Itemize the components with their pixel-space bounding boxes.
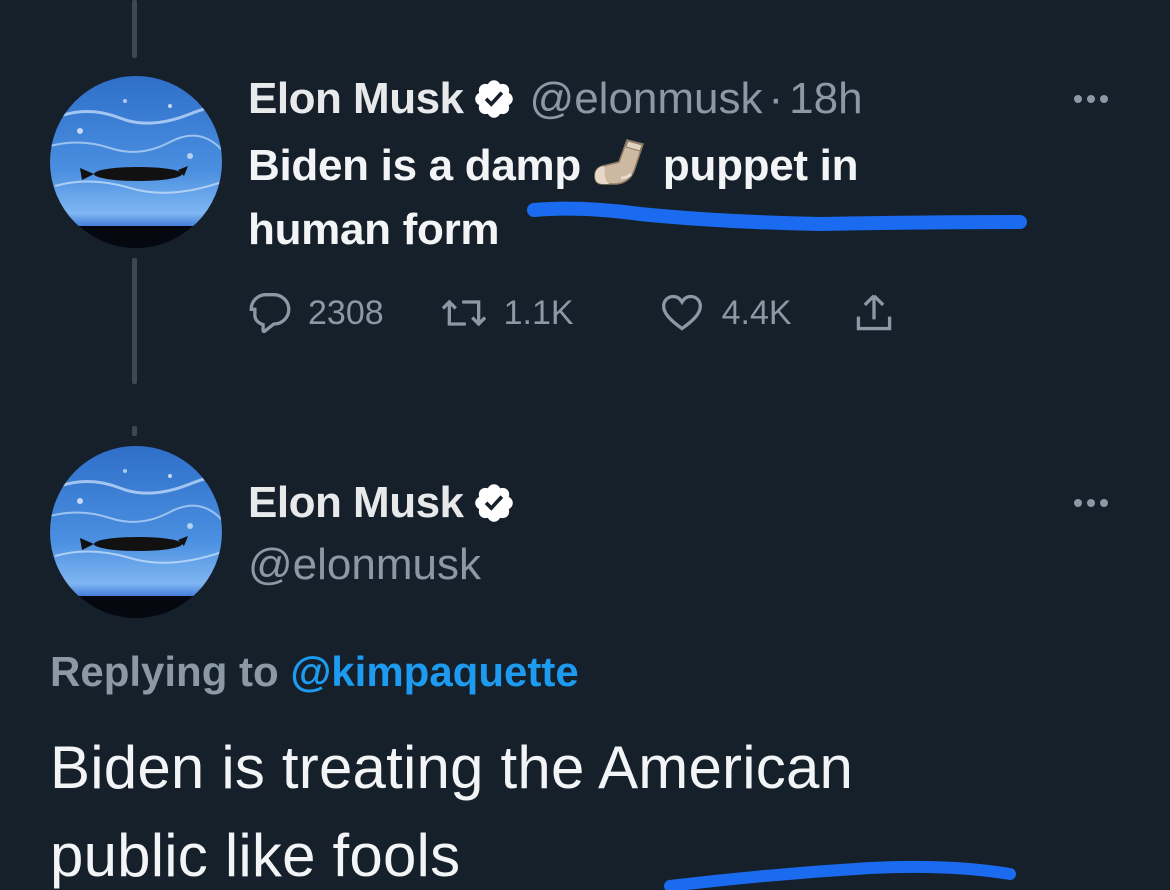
replying-label: Replying to	[50, 648, 279, 695]
verified-badge-icon	[472, 77, 516, 121]
tweet-text-line2: human form	[248, 205, 500, 254]
author-name[interactable]: Elon Musk	[248, 478, 464, 528]
handle-row: @elonmusk	[248, 540, 481, 590]
avatar[interactable]	[50, 76, 222, 248]
separator-dot: ·	[768, 74, 784, 123]
tweet-timestamp[interactable]: 18h	[789, 74, 862, 124]
main-tweet-text: Biden is treating the American public li…	[50, 724, 1150, 890]
thread-line-middle	[132, 258, 137, 384]
tweet-header-main: Elon Musk	[248, 478, 516, 528]
reply-icon	[249, 293, 291, 334]
retweet-button[interactable]: 1.1K	[440, 291, 574, 335]
tweet-header: Elon Musk @elonmusk · 18h	[248, 74, 863, 124]
like-button[interactable]: 4.4K	[658, 291, 792, 335]
tweet-thread: Elon Musk @elonmusk · 18h Biden is a dam…	[0, 0, 1170, 890]
avatar-image	[50, 76, 222, 248]
main-tweet-line1: Biden is treating the American	[50, 734, 854, 801]
author-name[interactable]: Elon Musk	[248, 74, 464, 124]
author-handle[interactable]: @elonmusk	[530, 74, 763, 124]
sock-emoji-icon	[591, 138, 653, 188]
avatar[interactable]	[50, 446, 222, 618]
reply-button[interactable]: 2308	[248, 291, 384, 335]
replying-to: Replying to @kimpaquette	[50, 648, 579, 696]
share-button[interactable]	[852, 290, 896, 336]
tweet-actions: 2308 1.1K 4.4K	[248, 290, 896, 336]
avatar-image	[50, 446, 222, 618]
retweet-icon	[441, 299, 486, 327]
author-handle[interactable]: @elonmusk	[248, 540, 481, 590]
like-count: 4.4K	[721, 293, 792, 332]
like-icon	[661, 294, 702, 331]
tweet-text: Biden is a damp puppet in human form	[248, 134, 1068, 262]
more-options-icon[interactable]	[1074, 499, 1108, 507]
main-tweet-line2: public like fools	[50, 822, 461, 889]
tweet-text-part1: Biden is a damp	[248, 141, 581, 190]
tweet-text-part2: puppet in	[662, 141, 859, 190]
more-options-icon[interactable]	[1074, 95, 1108, 103]
thread-line-top	[132, 0, 137, 58]
thread-line-stub	[132, 426, 137, 436]
verified-badge-icon	[472, 481, 516, 525]
share-icon	[856, 294, 891, 331]
replying-mention-link[interactable]: @kimpaquette	[290, 648, 578, 695]
retweet-count: 1.1K	[503, 293, 574, 332]
reply-count: 2308	[308, 293, 384, 332]
